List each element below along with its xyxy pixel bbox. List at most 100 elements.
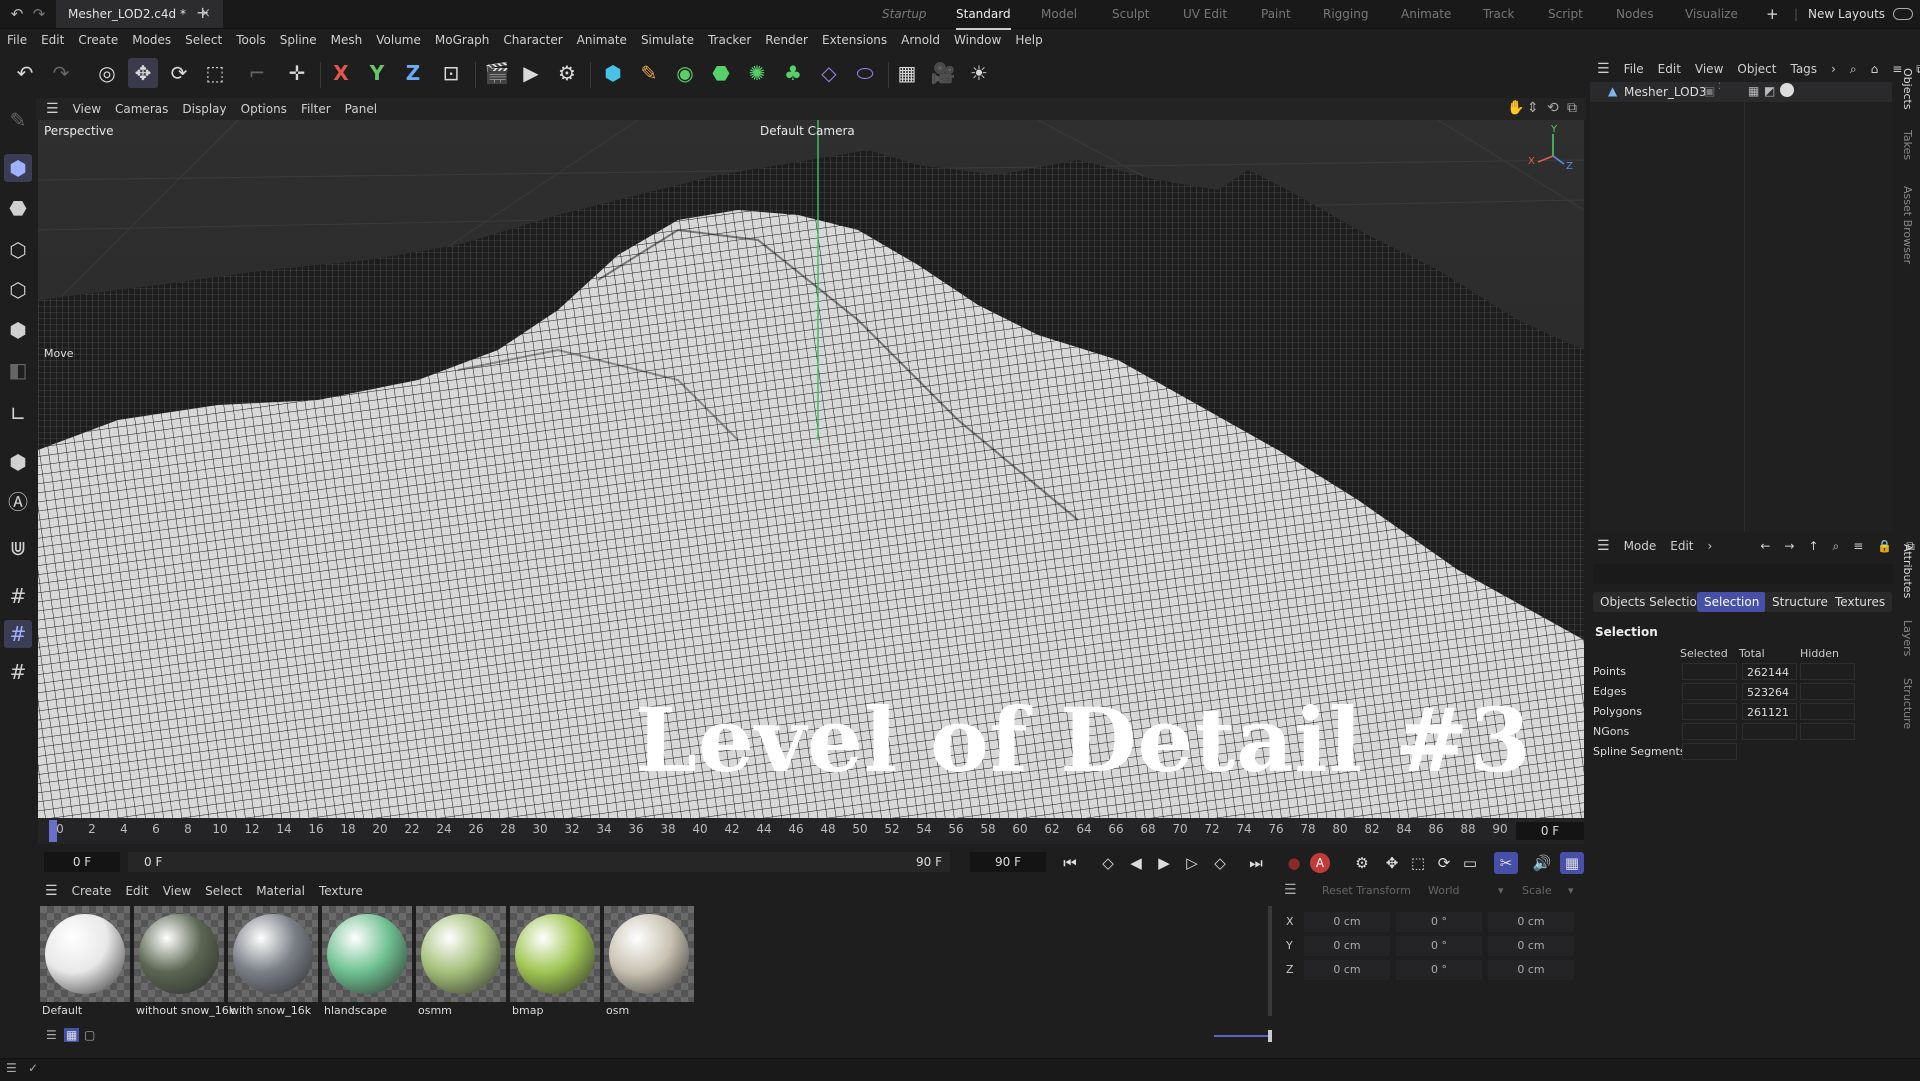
start-frame-field[interactable]: 0 F	[44, 852, 120, 872]
coord-scale-field[interactable]: 0 cm	[1488, 936, 1574, 956]
menu-character[interactable]: Character	[496, 29, 569, 51]
step-forward-icon[interactable]: ▷	[1180, 852, 1204, 874]
coord-rot-field[interactable]: 0 °	[1396, 960, 1482, 980]
undo-icon[interactable]: ↶	[10, 58, 40, 88]
material-menu-edit[interactable]: Edit	[118, 880, 155, 902]
new-tab-button[interactable]: +	[196, 3, 209, 22]
attr-tab-textures[interactable]: Textures	[1828, 592, 1893, 612]
menu-spline[interactable]: Spline	[273, 29, 324, 51]
objects-menu-tags[interactable]: Tags	[1783, 58, 1824, 80]
prev-key-icon[interactable]: ◇	[1096, 852, 1120, 874]
axis-mode-icon[interactable]: ∟	[4, 400, 32, 428]
object-row[interactable]: ▲ Mesher_LOD3 ▣ ⁚ ▦ ◩	[1590, 82, 1892, 102]
forward-arrow-icon[interactable]: →	[1777, 535, 1801, 557]
render-to-picture-viewer-icon[interactable]: ▶	[516, 58, 546, 88]
snap-settings-icon[interactable]: #	[4, 658, 32, 686]
lock-x-axis-button[interactable]: X	[326, 58, 356, 88]
menu-window[interactable]: Window	[947, 29, 1008, 51]
material-name[interactable]: without snow_16k	[136, 1004, 235, 1017]
mograph-icon[interactable]: ♣	[778, 58, 808, 88]
live-selection-icon[interactable]: ◎	[92, 58, 122, 88]
deformer-icon[interactable]: ◇	[814, 58, 844, 88]
solo-icon[interactable]: ⬢	[4, 448, 32, 476]
layout-tab-nodes[interactable]: Nodes	[1616, 0, 1654, 28]
material-name[interactable]: osm	[606, 1004, 629, 1017]
coord-pos-field[interactable]: 0 cm	[1304, 960, 1390, 980]
pan-view-icon[interactable]: ✋	[1507, 100, 1524, 116]
goto-end-icon[interactable]: ⏭	[1244, 852, 1268, 874]
material-menu-select[interactable]: Select	[198, 880, 249, 902]
coord-rot-field[interactable]: 0 °	[1396, 912, 1482, 932]
coordinate-system-icon[interactable]: ⊡	[436, 58, 466, 88]
goto-start-icon[interactable]: ⏮	[1058, 852, 1082, 874]
material-name[interactable]: osmm	[418, 1004, 452, 1017]
snap-grid-icon[interactable]: #	[4, 620, 32, 648]
coord-pos-field[interactable]: 0 cm	[1304, 936, 1390, 956]
hamburger-menu-icon[interactable]: ☰	[36, 98, 66, 120]
list-view-icon[interactable]: ☰	[46, 1028, 57, 1042]
layout-tab-script[interactable]: Script	[1548, 0, 1583, 28]
viewport-menu-view[interactable]: View	[66, 98, 108, 120]
material-scrollbar[interactable]	[1268, 906, 1272, 1016]
model-mode-icon[interactable]: ⬢	[4, 154, 32, 182]
current-frame-display[interactable]: 0 F	[1516, 822, 1584, 840]
attributes-menu-mode[interactable]: Mode	[1617, 535, 1664, 557]
render-settings-icon[interactable]: ⚙	[552, 58, 582, 88]
material-thumbnail[interactable]	[40, 906, 130, 1002]
objects-menu-edit[interactable]: Edit	[1651, 58, 1688, 80]
material-tag-icon[interactable]	[1780, 83, 1794, 97]
cube-object-icon[interactable]: ⬢	[598, 58, 628, 88]
maximize-view-icon[interactable]: ⧉	[1567, 100, 1577, 116]
menu-tracker[interactable]: Tracker	[701, 29, 758, 51]
tag-icon-1[interactable]: ▦	[1748, 84, 1759, 98]
material-menu-create[interactable]: Create	[65, 880, 119, 902]
side-tab-objects[interactable]: Objects	[1901, 68, 1914, 110]
status-menu-icon[interactable]: ☰	[6, 1061, 17, 1075]
objects-menu-view[interactable]: View	[1688, 58, 1730, 80]
side-tab-structure[interactable]: Structure	[1901, 678, 1914, 729]
polygons-mode-icon[interactable]: ⬢	[4, 316, 32, 344]
reset-transform-button[interactable]: Reset Transform	[1322, 884, 1411, 897]
layout-tab-visualize[interactable]: Visualize	[1685, 0, 1738, 28]
menu-edit[interactable]: Edit	[34, 29, 71, 51]
layout-tab-uv-edit[interactable]: UV Edit	[1183, 0, 1227, 28]
objects-hamburger-icon[interactable]: ☰	[1590, 58, 1617, 80]
layout-tab-rigging[interactable]: Rigging	[1323, 0, 1368, 28]
sound-icon[interactable]: 🔊	[1530, 852, 1554, 874]
visibility-dots-icon[interactable]: ⁚	[1718, 82, 1721, 92]
redo-icon[interactable]: ↷	[46, 58, 76, 88]
edges-mode-icon[interactable]: ⬡	[4, 276, 32, 304]
key-scale-icon[interactable]: ⬚	[1406, 852, 1430, 874]
redo-icon[interactable]: ↷	[30, 5, 48, 23]
attr-search-icon[interactable]: ⌕	[1826, 535, 1847, 557]
up-arrow-icon[interactable]: ↑	[1801, 535, 1825, 557]
coord-space-select[interactable]: World	[1428, 884, 1460, 897]
transfer-tool-icon[interactable]: ⌐	[242, 58, 272, 88]
playhead[interactable]	[49, 820, 57, 842]
layout-tab-model[interactable]: Model	[1041, 0, 1077, 28]
attr-tab-selection[interactable]: Selection	[1697, 592, 1767, 612]
cloner-icon[interactable]: ✺	[742, 58, 772, 88]
zoom-view-icon[interactable]: ⇕	[1527, 100, 1539, 116]
material-thumbnail[interactable]	[416, 906, 506, 1002]
uv-mode-icon[interactable]: ◧	[4, 356, 32, 384]
coord-mode-select[interactable]: Scale	[1522, 884, 1552, 897]
attr-tab-objects-selection[interactable]: Objects Selection	[1593, 592, 1712, 612]
next-key-icon[interactable]: ◇	[1208, 852, 1232, 874]
camera-object-icon[interactable]: 🎥	[928, 58, 958, 88]
coord-scale-field[interactable]: 0 cm	[1488, 960, 1574, 980]
viewport-camera-label[interactable]: Default Camera	[760, 124, 855, 138]
points-mode-icon[interactable]: ⬡	[4, 236, 32, 264]
menu-select[interactable]: Select	[178, 29, 229, 51]
menu-volume[interactable]: Volume	[369, 29, 428, 51]
layout-tab-startup[interactable]: Startup	[882, 0, 927, 28]
viewport-menu-display[interactable]: Display	[175, 98, 233, 120]
timeline-mode-icon[interactable]: ▦	[1560, 852, 1584, 874]
attr-new-window-icon[interactable]: ⧉	[1899, 535, 1920, 557]
autokey-icon[interactable]: A	[1310, 853, 1330, 873]
attributes-search-field[interactable]	[1593, 564, 1893, 584]
coord-hamburger-icon[interactable]: ☰	[1284, 882, 1297, 898]
side-tab-asset-browser[interactable]: Asset Browser	[1901, 186, 1914, 264]
key-settings-icon[interactable]: ⚙	[1350, 852, 1374, 874]
menu-simulate[interactable]: Simulate	[634, 29, 701, 51]
